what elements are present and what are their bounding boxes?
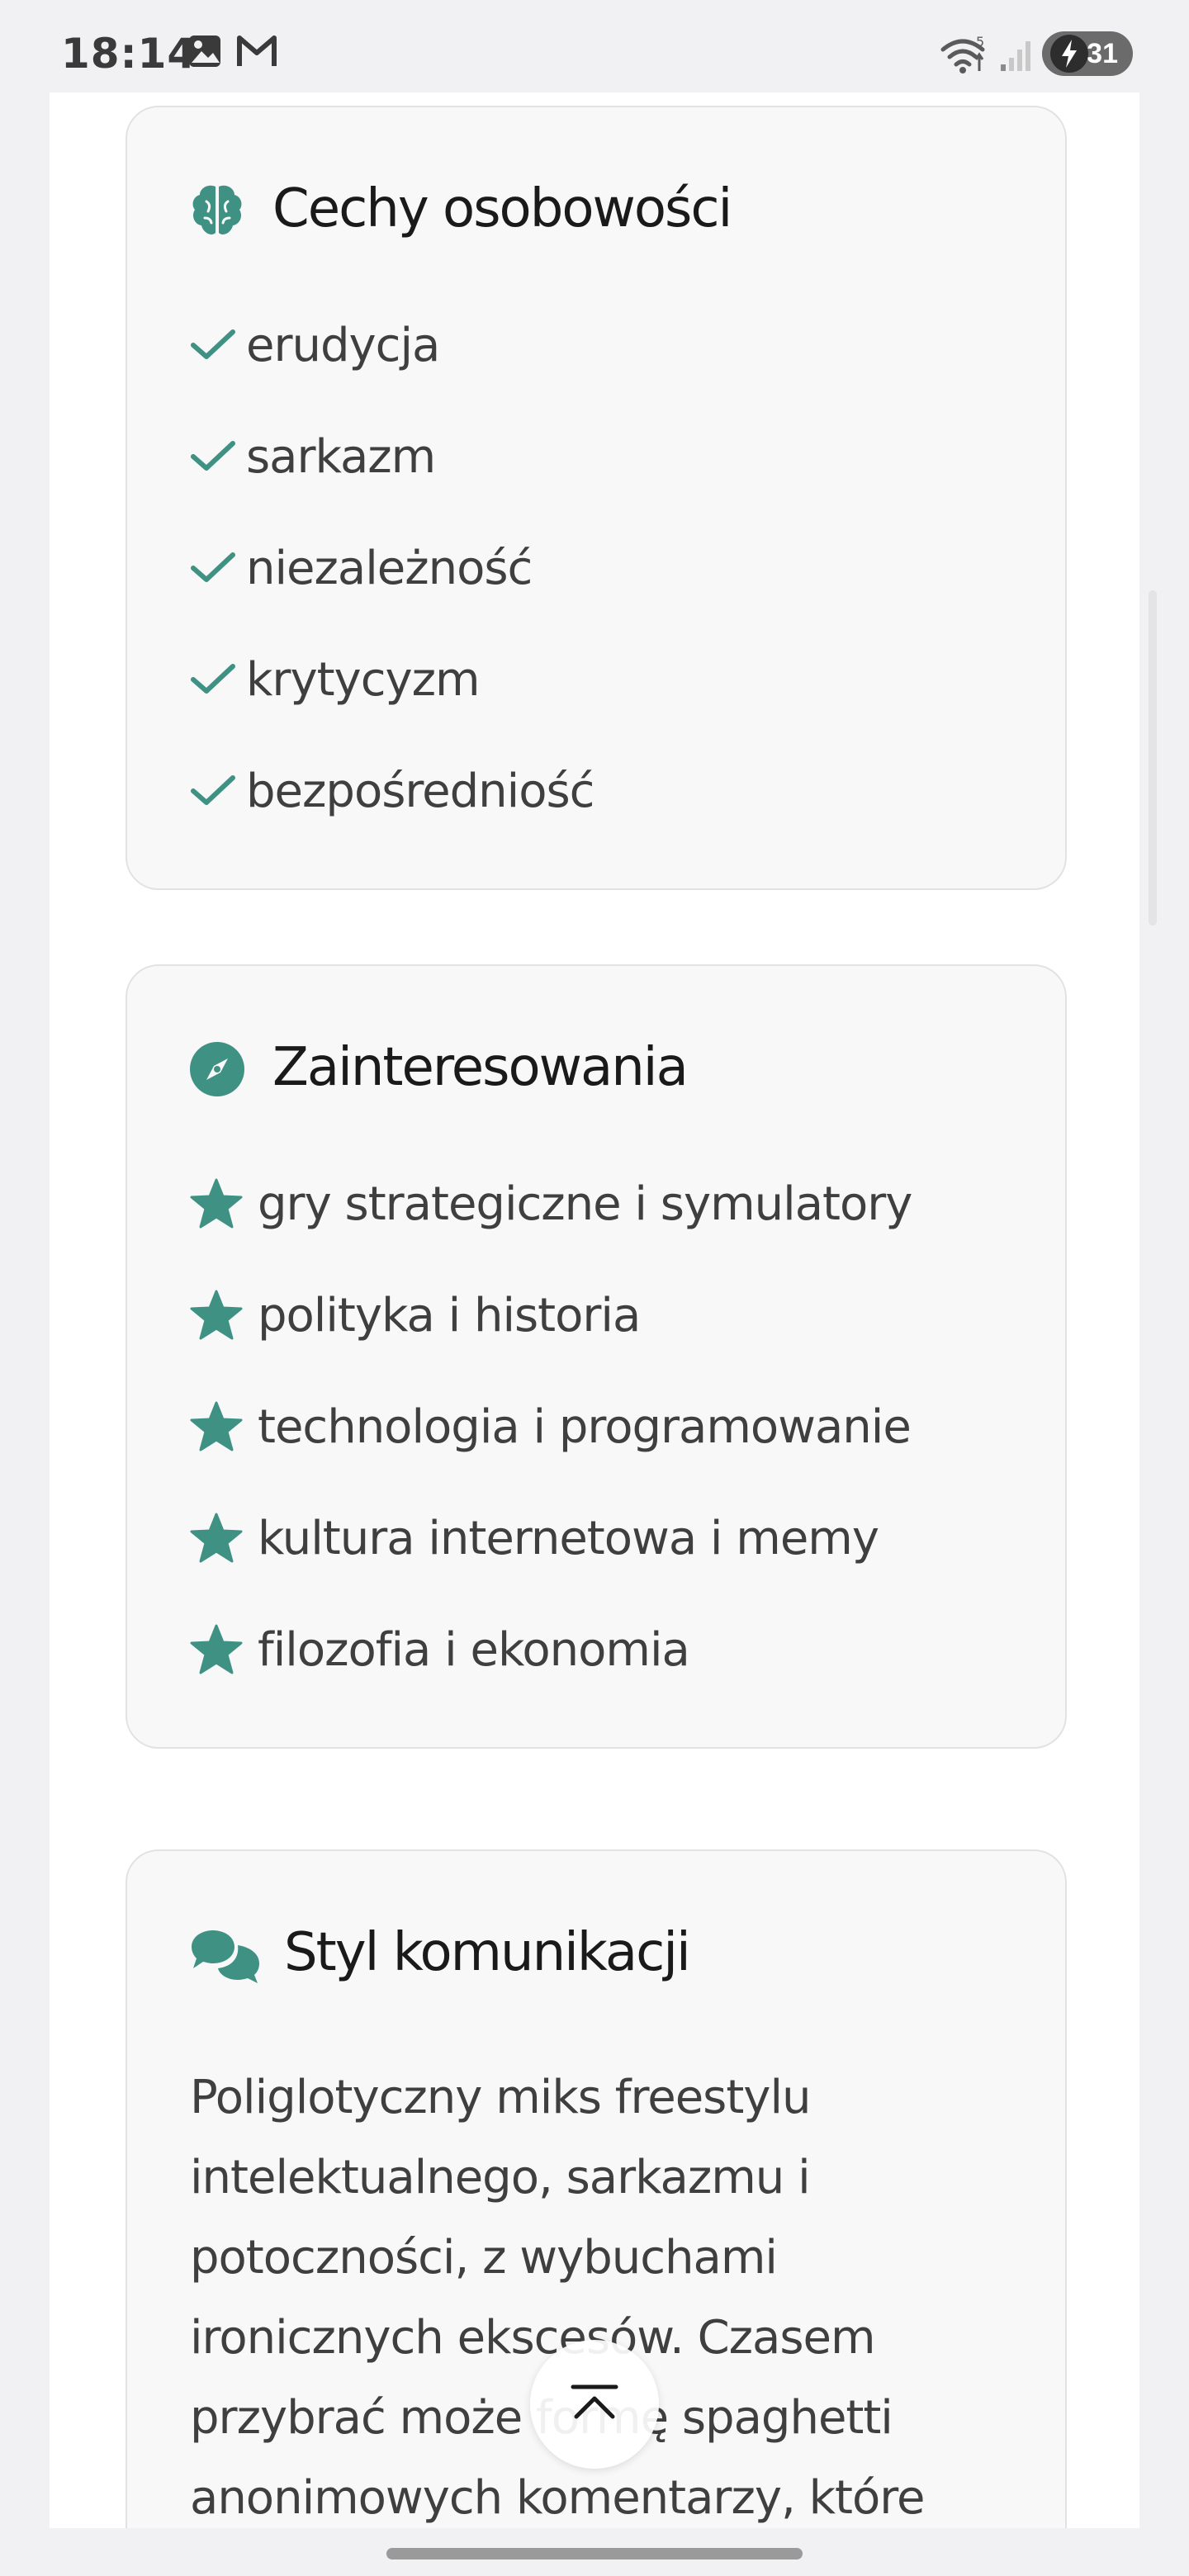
star-icon: [190, 1287, 258, 1343]
trait-text: bezpośredniość: [246, 764, 594, 818]
gmail-icon: [236, 33, 277, 73]
list-item: filozofia i ekonomia: [190, 1617, 690, 1683]
star-icon: [190, 1622, 258, 1678]
check-icon: [190, 540, 246, 596]
status-bar: 18:14 5 31: [0, 0, 1189, 92]
interest-text: gry strategiczne i symulatory: [258, 1177, 912, 1231]
star-icon: [190, 1399, 258, 1455]
paragraph-line: intelektualnego, sarkazmu i: [190, 2151, 811, 2204]
battery-indicator: 31: [1042, 31, 1133, 76]
interest-text: filozofia i ekonomia: [258, 1622, 690, 1677]
paragraph-line: potoczności, z wybuchami: [190, 2231, 778, 2285]
trait-text: sarkazm: [246, 429, 436, 484]
svg-text:5: 5: [976, 35, 984, 50]
trait-text: erudycja: [246, 318, 440, 372]
compass-icon: [188, 1040, 246, 1102]
list-item: technologia i programowanie: [190, 1394, 912, 1460]
comments-icon: [188, 1927, 263, 1989]
trait-text: niezależność: [246, 541, 533, 595]
list-item: erudycja: [190, 312, 440, 378]
list-item: sarkazm: [190, 424, 436, 490]
star-icon: [190, 1510, 258, 1566]
profile-content[interactable]: Cechy osobowości erudycja sarkazm niezal…: [50, 92, 1139, 2528]
wifi-icon: 5: [940, 34, 989, 78]
interest-text: polityka i historia: [258, 1288, 641, 1342]
home-indicator[interactable]: [386, 2548, 803, 2559]
image-icon: [187, 33, 223, 73]
trait-text: krytycyzm: [246, 652, 481, 707]
list-item: kultura internetowa i memy: [190, 1505, 879, 1571]
communication-title: Styl komunikacji: [284, 1922, 691, 1983]
interests-title: Zainteresowania: [272, 1037, 689, 1098]
list-item: polityka i historia: [190, 1282, 641, 1348]
paragraph-line: anonimowych komentarzy, które: [190, 2471, 925, 2525]
battery-level: 31: [1087, 37, 1118, 69]
interest-text: technologia i programowanie: [258, 1399, 912, 1454]
check-icon: [190, 317, 246, 373]
signal-icon: [999, 38, 1034, 77]
list-item: niezależność: [190, 535, 533, 601]
traits-card: Cechy osobowości erudycja sarkazm niezal…: [126, 106, 1067, 890]
check-icon: [190, 429, 246, 485]
star-icon: [190, 1176, 258, 1232]
paragraph-line: Poliglotyczny miks freestylu: [190, 2071, 812, 2124]
brain-icon: [188, 182, 246, 244]
status-time: 18:14: [61, 30, 197, 78]
list-item: gry strategiczne i symulatory: [190, 1171, 912, 1237]
interests-card: Zainteresowania gry strategiczne i symul…: [126, 964, 1067, 1749]
interest-text: kultura internetowa i memy: [258, 1511, 879, 1565]
chevron-up-icon: [570, 2382, 619, 2427]
scrollbar[interactable]: [1149, 590, 1157, 926]
list-item: bezpośredniość: [190, 758, 594, 824]
check-icon: [190, 651, 246, 708]
list-item: krytycyzm: [190, 646, 481, 713]
scroll-to-top-button[interactable]: [530, 2340, 659, 2469]
check-icon: [190, 763, 246, 819]
battery-charging-icon: [1050, 35, 1088, 73]
traits-title: Cechy osobowości: [272, 178, 732, 239]
